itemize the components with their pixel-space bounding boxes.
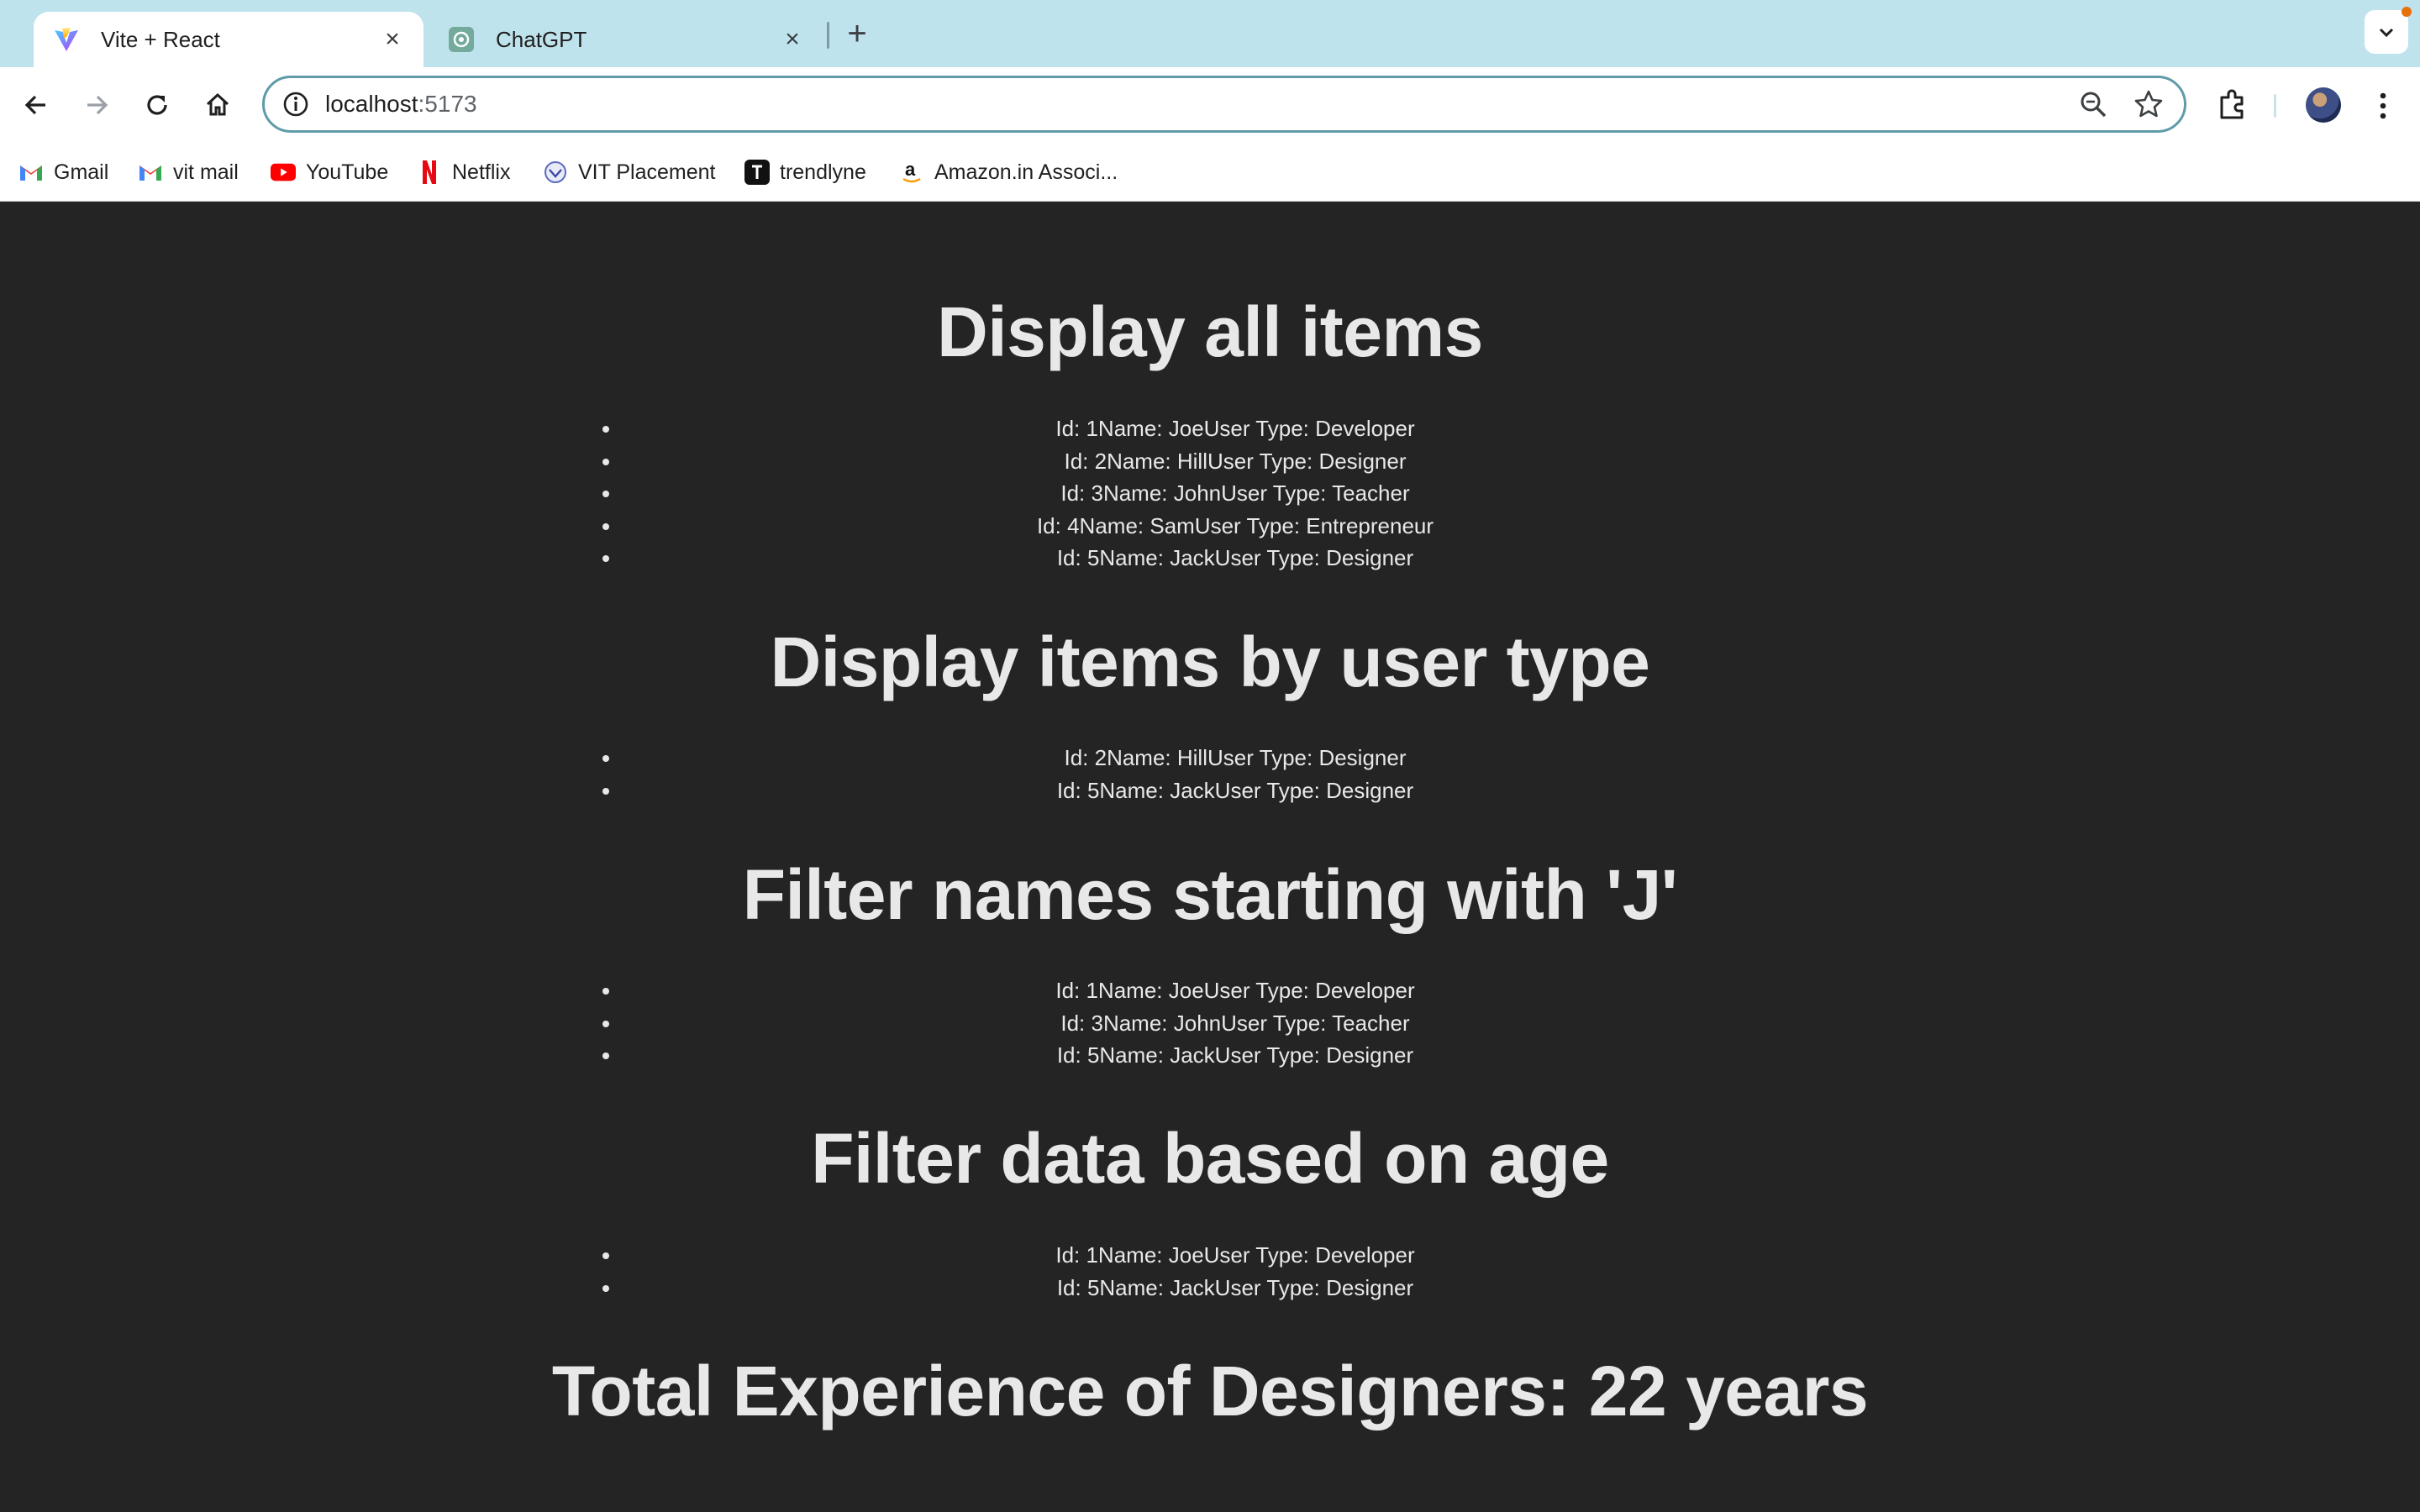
vit-placement-icon xyxy=(543,160,568,185)
url-port: :5173 xyxy=(418,91,477,117)
extensions-icon[interactable] xyxy=(2215,87,2250,123)
bookmark-trendlyne[interactable]: trendlyne xyxy=(744,156,866,188)
bookmark-label: vit mail xyxy=(173,160,239,184)
close-tab-icon[interactable]: × xyxy=(780,27,805,52)
netflix-icon xyxy=(417,160,442,185)
bookmark-label: VIT Placement xyxy=(578,160,716,184)
bookmark-star-icon[interactable] xyxy=(2133,89,2164,119)
heading-filter-by-age: Filter data based on age xyxy=(811,1119,1609,1198)
reload-button[interactable] xyxy=(138,86,176,124)
tab-vite-react[interactable]: Vite + React × xyxy=(34,12,424,67)
bookmarks-bar: Gmail vit mail YouTube Netflix VIT Place… xyxy=(0,143,2420,202)
list-names-j: Id: 1Name: JoeUser Type: Developer Id: 3… xyxy=(622,974,1849,1072)
bookmark-gmail[interactable]: Gmail xyxy=(18,156,108,188)
bookmark-label: Amazon.in Associ... xyxy=(934,160,1118,184)
more-options-icon[interactable] xyxy=(2371,89,2395,123)
page-content: Display all items Id: 1Name: JoeUser Typ… xyxy=(0,202,2420,1512)
address-bar[interactable]: localhost:5173 xyxy=(262,76,2186,133)
forward-button[interactable] xyxy=(77,86,116,124)
heading-display-by-user-type: Display items by user type xyxy=(770,622,1650,701)
tab-title: ChatGPT xyxy=(496,26,587,52)
list-item: Id: 1Name: JoeUser Type: Developer xyxy=(622,1239,1849,1272)
bookmark-label: trendlyne xyxy=(780,160,866,184)
zoom-icon[interactable] xyxy=(2078,89,2108,119)
tab-chatgpt[interactable]: ChatGPT × xyxy=(429,12,823,67)
youtube-icon xyxy=(271,160,296,185)
list-item: Id: 5Name: JackUser Type: Designer xyxy=(622,1039,1849,1072)
heading-filter-names-j: Filter names starting with 'J' xyxy=(742,855,1678,934)
home-button[interactable] xyxy=(198,86,237,124)
trendlyne-icon xyxy=(744,160,770,185)
toolbar-separator xyxy=(2274,94,2276,118)
notification-dot xyxy=(2402,7,2412,17)
new-tab-icon[interactable]: + xyxy=(842,15,872,52)
site-info-icon[interactable] xyxy=(281,90,310,118)
chatgpt-icon xyxy=(447,25,476,54)
gmail-icon xyxy=(138,160,163,185)
heading-total-experience: Total Experience of Designers: 22 years xyxy=(551,1352,1869,1431)
list-item: Id: 5Name: JackUser Type: Designer xyxy=(622,542,1849,575)
forward-arrow-icon xyxy=(87,95,108,115)
tab-separator xyxy=(827,22,829,49)
heading-display-all-items: Display all items xyxy=(937,292,1483,371)
amazon-icon: a xyxy=(899,160,924,185)
list-item: Id: 5Name: JackUser Type: Designer xyxy=(622,1272,1849,1305)
url-text[interactable]: localhost:5173 xyxy=(325,78,477,130)
bookmark-youtube[interactable]: YouTube xyxy=(271,156,388,188)
bookmark-label: Netflix xyxy=(452,160,511,184)
browser-toolbar: localhost:5173 xyxy=(0,67,2420,143)
list-by-user-type: Id: 2Name: HillUser Type: Designer Id: 5… xyxy=(622,742,1849,806)
bookmark-label: Gmail xyxy=(54,160,109,184)
tab-strip: Vite + React × ChatGPT × + xyxy=(0,0,2420,67)
url-host: localhost xyxy=(325,91,418,117)
list-item: Id: 1Name: JoeUser Type: Developer xyxy=(622,412,1849,445)
list-item: Id: 1Name: JoeUser Type: Developer xyxy=(622,974,1849,1007)
bookmark-vit-placement[interactable]: VIT Placement xyxy=(543,156,716,188)
list-item: Id: 2Name: HillUser Type: Designer xyxy=(622,445,1849,478)
reload-icon xyxy=(147,95,167,115)
list-item: Id: 2Name: HillUser Type: Designer xyxy=(622,742,1849,774)
back-arrow-icon xyxy=(24,95,45,115)
tab-search-button[interactable] xyxy=(2365,10,2408,54)
home-icon xyxy=(206,92,229,116)
list-by-age: Id: 1Name: JoeUser Type: Developer Id: 5… xyxy=(622,1239,1849,1304)
profile-avatar[interactable] xyxy=(2306,87,2341,123)
list-all-items: Id: 1Name: JoeUser Type: Developer Id: 2… xyxy=(622,412,1849,575)
chevron-down-icon xyxy=(2379,28,2394,38)
tab-title: Vite + React xyxy=(101,26,220,52)
back-button[interactable] xyxy=(17,86,55,124)
bookmark-netflix[interactable]: Netflix xyxy=(417,156,510,188)
list-item: Id: 3Name: JohnUser Type: Teacher xyxy=(622,477,1849,510)
bookmark-label: YouTube xyxy=(306,160,389,184)
list-item: Id: 4Name: SamUser Type: Entrepreneur xyxy=(622,510,1849,543)
bookmark-vit-mail[interactable]: vit mail xyxy=(138,156,239,188)
svg-text:a: a xyxy=(905,160,916,180)
gmail-icon xyxy=(18,160,44,185)
vite-icon xyxy=(52,25,81,54)
list-item: Id: 5Name: JackUser Type: Designer xyxy=(622,774,1849,807)
bookmark-amazon[interactable]: a Amazon.in Associ... xyxy=(899,156,1118,188)
close-tab-icon[interactable]: × xyxy=(380,27,405,52)
list-item: Id: 3Name: JohnUser Type: Teacher xyxy=(622,1007,1849,1040)
